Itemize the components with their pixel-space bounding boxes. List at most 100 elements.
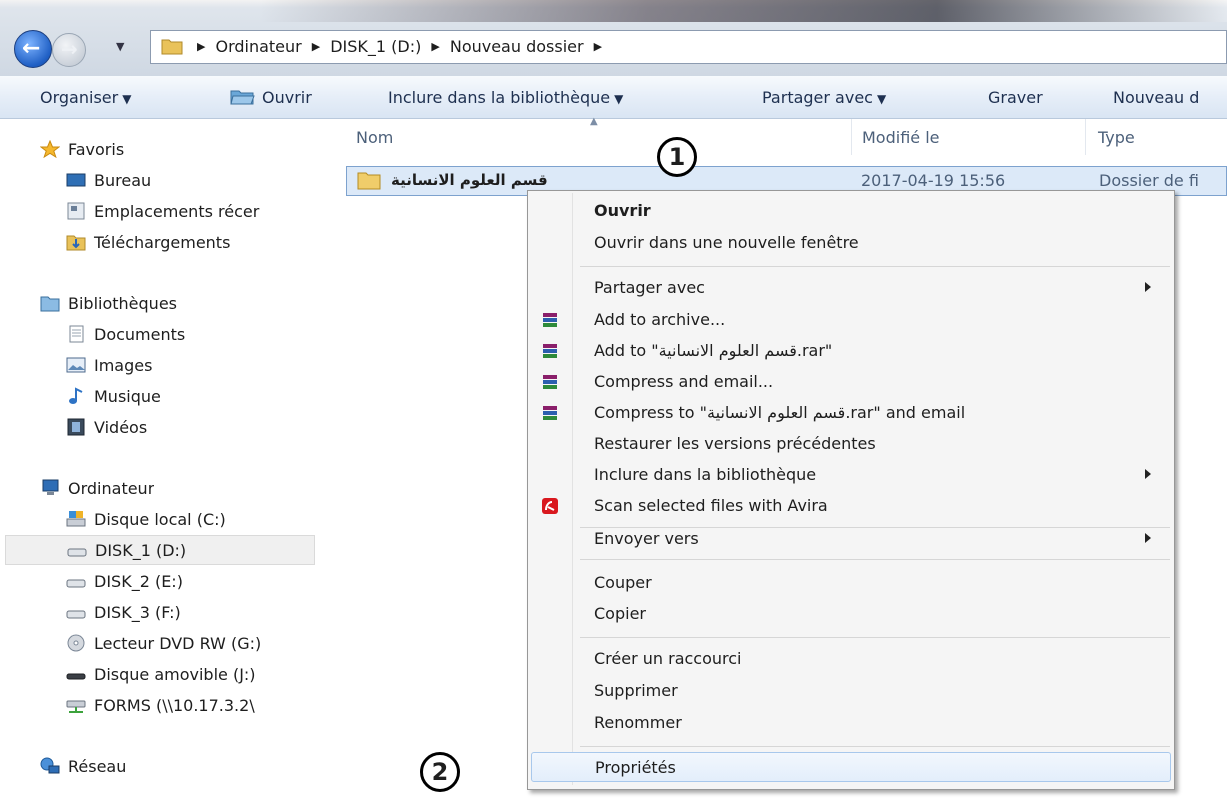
breadcrumb-ordinateur[interactable]: Ordinateur [215, 37, 301, 56]
column-header-type[interactable]: Type [1098, 128, 1135, 164]
back-arrow-icon: ← [22, 36, 41, 61]
menu-item-add-to-rar[interactable]: Add to "قسم العلوم الانسانية.rar" [531, 336, 1171, 366]
breadcrumb-separator-icon[interactable]: ▶ [197, 40, 205, 53]
partager-label: Partager avec [762, 88, 873, 107]
sidebar-label: Disque amovible (J:) [94, 664, 256, 684]
music-note-icon [69, 387, 83, 404]
menu-item-renommer[interactable]: Renommer [531, 708, 1171, 738]
column-header-nom[interactable]: Nom [356, 128, 393, 164]
back-button[interactable]: ← [14, 30, 52, 68]
menu-label: Ouvrir dans une nouvelle fenêtre [594, 233, 859, 252]
menu-item-restaurer-versions[interactable]: Restaurer les versions précédentes [531, 429, 1171, 459]
menu-item-partager-avec[interactable]: Partager avec [531, 273, 1171, 303]
menu-label: Partager avec [594, 278, 705, 297]
sidebar-item-dvd[interactable]: Lecteur DVD RW (G:) [66, 628, 315, 658]
inclure-label: Inclure dans la bibliothèque [388, 88, 611, 107]
address-input[interactable]: ▶ Ordinateur ▶ DISK_1 (D:) ▶ Nouveau dos… [150, 30, 1227, 64]
forward-arrow-icon: → [61, 37, 78, 61]
sidebar-item-bibliotheques[interactable]: Bibliothèques [40, 288, 177, 318]
winrar-icon [543, 375, 557, 389]
folder-icon [357, 172, 381, 190]
sidebar-item-bureau[interactable]: Bureau [66, 165, 151, 195]
recent-pages-dropdown-icon[interactable]: ▼ [116, 40, 124, 53]
nouveau-dossier-button[interactable]: Nouveau d [1113, 88, 1199, 107]
sidebar-item-disque-c[interactable]: Disque local (C:) [66, 504, 226, 534]
inclure-bibliotheque-button[interactable]: Inclure dans la bibliothèque ▼ [388, 88, 623, 107]
ouvrir-label: Ouvrir [262, 88, 312, 107]
column-divider[interactable] [851, 119, 852, 155]
sidebar-label: Vidéos [94, 417, 148, 437]
winrar-icon [543, 313, 557, 327]
document-icon [69, 325, 84, 343]
sidebar-label: Images [94, 355, 153, 375]
menu-label: Propriétés [595, 758, 676, 777]
drive-icon [67, 548, 87, 557]
menu-item-scan-avira[interactable]: Scan selected files with Avira [531, 491, 1171, 521]
sidebar-item-emplacements[interactable]: Emplacements récer [66, 196, 315, 226]
organiser-button[interactable]: Organiser ▼ [40, 88, 131, 107]
sidebar-item-disk1[interactable]: DISK_1 (D:) [5, 535, 315, 565]
menu-label: Add to "قسم العلوم الانسانية.rar" [594, 341, 833, 360]
sidebar-label: Téléchargements [94, 232, 231, 252]
forward-button[interactable]: → [52, 33, 86, 67]
breadcrumb-separator-icon[interactable]: ▶ [431, 40, 439, 53]
star-icon [40, 140, 60, 158]
menu-label: Supprimer [594, 681, 678, 700]
breadcrumb-nouveau-dossier[interactable]: Nouveau dossier [450, 37, 584, 56]
column-divider[interactable] [1085, 119, 1086, 155]
sidebar-item-forms[interactable]: FORMS (\\10.17.3.2\ [66, 690, 315, 720]
sidebar-label: DISK_2 (E:) [94, 571, 183, 591]
sort-ascending-icon: ▲ [590, 116, 598, 127]
menu-item-ouvrir[interactable]: Ouvrir [531, 196, 1171, 226]
removable-drive-icon [66, 673, 86, 680]
submenu-arrow-icon [1145, 282, 1151, 292]
file-date: 2017-04-19 15:56 [861, 171, 1006, 190]
dvd-drive-icon [67, 634, 85, 652]
menu-item-copier[interactable]: Copier [531, 599, 1171, 629]
sidebar-item-videos[interactable]: Vidéos [66, 412, 147, 442]
sidebar-label: Réseau [68, 756, 127, 776]
command-bar: Organiser ▼ Ouvrir Inclure dans la biblio… [0, 76, 1227, 119]
breadcrumb-separator-icon[interactable]: ▶ [594, 40, 602, 53]
sidebar-item-telechargements[interactable]: Téléchargements [66, 227, 230, 257]
sidebar-item-disk2[interactable]: DISK_2 (E:) [66, 566, 183, 596]
drive-icon [66, 579, 86, 588]
breadcrumb-separator-icon[interactable]: ▶ [312, 40, 320, 53]
drive-icon [66, 610, 86, 619]
context-menu: Ouvrir Ouvrir dans une nouvelle fenêtre … [527, 190, 1175, 790]
column-header-modifie[interactable]: Modifié le [862, 128, 940, 164]
chevron-down-icon: ▼ [122, 92, 132, 106]
ouvrir-button[interactable]: Ouvrir [230, 88, 312, 107]
nouveau-label: Nouveau d [1113, 88, 1200, 107]
sidebar-item-ordinateur[interactable]: Ordinateur [40, 473, 154, 503]
menu-item-ouvrir-nouvelle-fenetre[interactable]: Ouvrir dans une nouvelle fenêtre [531, 228, 1171, 258]
menu-item-couper[interactable]: Couper [531, 568, 1171, 598]
menu-item-inclure-bibliotheque[interactable]: Inclure dans la bibliothèque [531, 460, 1171, 490]
sidebar-item-musique[interactable]: Musique [66, 381, 161, 411]
sidebar-item-amovible[interactable]: Disque amovible (J:) [66, 659, 315, 689]
sidebar-item-images[interactable]: Images [66, 350, 152, 380]
menu-item-creer-raccourci[interactable]: Créer un raccourci [531, 644, 1171, 674]
menu-label: Créer un raccourci [594, 649, 742, 668]
breadcrumb-disk1[interactable]: DISK_1 (D:) [330, 37, 421, 56]
menu-item-proprietes[interactable]: Propriétés [531, 752, 1171, 782]
sidebar-label: Bureau [94, 170, 152, 190]
graver-button[interactable]: Graver [988, 88, 1043, 107]
menu-label: Couper [594, 573, 652, 592]
menu-item-compress-to-rar-email[interactable]: Compress to "قسم العلوم الانسانية.rar" a… [531, 398, 1171, 428]
menu-item-supprimer[interactable]: Supprimer [531, 676, 1171, 706]
menu-label: Inclure dans la bibliothèque [594, 465, 817, 484]
desktop-icon [66, 173, 86, 187]
sidebar-item-favoris[interactable]: Favoris [40, 134, 124, 164]
sidebar-item-disk3[interactable]: DISK_3 (F:) [66, 597, 181, 627]
partager-avec-button[interactable]: Partager avec ▼ [762, 88, 886, 107]
sidebar-item-reseau[interactable]: Réseau [40, 751, 126, 781]
menu-label: Add to archive... [594, 310, 726, 329]
sidebar-label: Documents [94, 324, 186, 344]
sidebar-item-documents[interactable]: Documents [66, 319, 185, 349]
menu-item-envoyer-vers[interactable]: Envoyer vers [531, 524, 1171, 554]
menu-item-add-to-archive[interactable]: Add to archive... [531, 305, 1171, 335]
step-callout-2: 2 [420, 752, 460, 792]
submenu-arrow-icon [1145, 533, 1151, 543]
menu-item-compress-and-email[interactable]: Compress and email... [531, 367, 1171, 397]
